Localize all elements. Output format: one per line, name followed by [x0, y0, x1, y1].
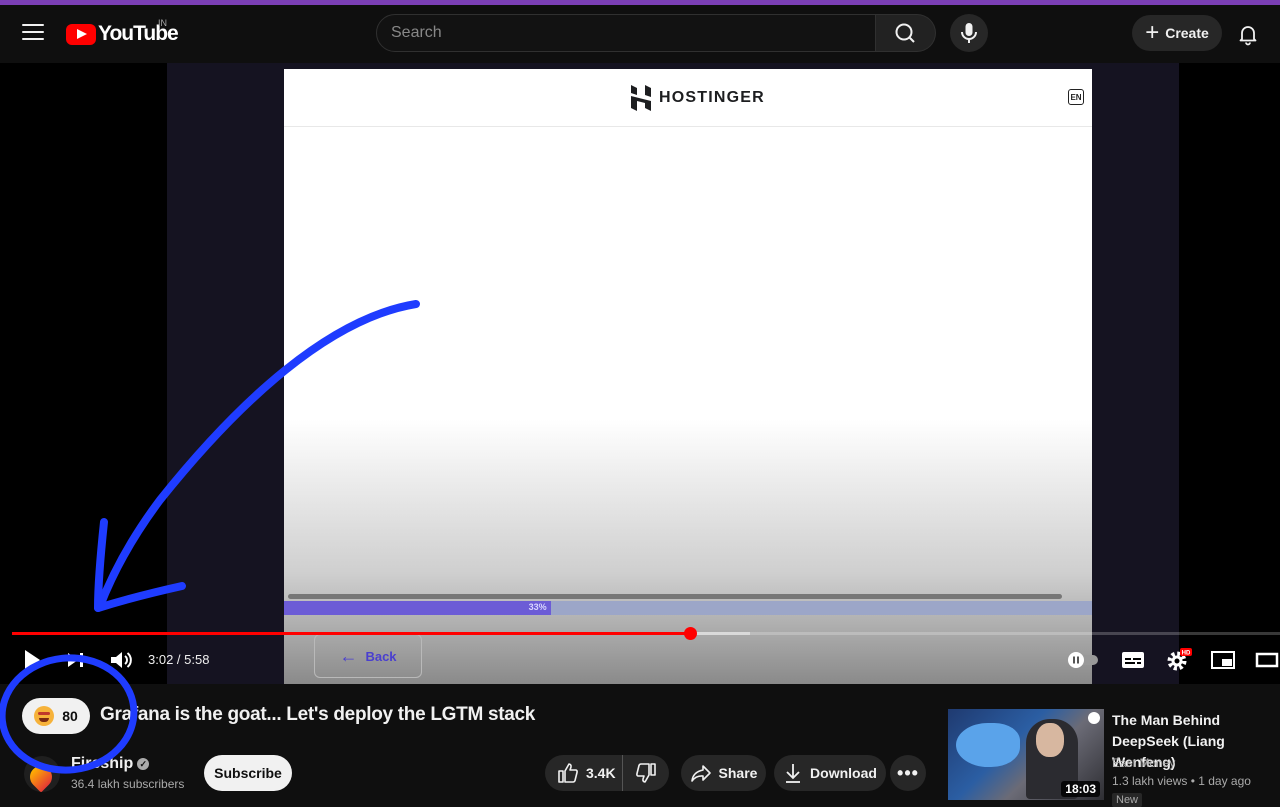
inner-scrollbar [288, 594, 1062, 599]
youtube-play-icon [66, 23, 96, 45]
notifications-button[interactable] [1236, 22, 1260, 46]
autoplay-toggle[interactable] [1064, 646, 1100, 674]
bell-icon [1239, 26, 1257, 46]
arrow-left-icon: ← [339, 645, 358, 666]
video-duration: 18:03 [1061, 781, 1100, 797]
like-dislike-group: 3.4K [545, 755, 669, 791]
gear-icon: HD [1167, 648, 1192, 671]
hostinger-h-icon [631, 85, 651, 111]
onboarding-progress-fill [284, 601, 551, 615]
channel-logo-icon [1088, 712, 1100, 724]
video-frame: HOSTINGER EN 33% ← Back [284, 69, 1092, 684]
deepseek-whale-image [956, 723, 1020, 767]
hostinger-back-button: ← Back [314, 634, 422, 678]
share-arrow-icon [690, 765, 711, 782]
more-horizontal-icon: ••• [897, 762, 919, 783]
play-icon [25, 650, 40, 670]
back-label: Back [365, 648, 397, 664]
hostinger-logo: HOSTINGER [630, 85, 765, 111]
play-button[interactable] [20, 646, 44, 674]
subscriber-count: 36.4 lakh subscribers [71, 777, 185, 791]
channel-name-row[interactable]: Fireship ✓ [71, 755, 150, 773]
autoplay-toggle-icon [1066, 652, 1098, 668]
next-button[interactable] [64, 646, 88, 674]
theater-icon [1255, 652, 1279, 668]
hd-badge: HD [1182, 651, 1191, 657]
theater-mode-button[interactable] [1254, 646, 1280, 674]
channel-avatar[interactable] [24, 756, 60, 792]
progress-played [12, 632, 691, 635]
search-button[interactable] [876, 14, 936, 52]
new-badge: New [1112, 793, 1143, 807]
video-title: Grafana is the goat... Let's deploy the … [100, 704, 536, 725]
hostinger-header: HOSTINGER EN [284, 69, 1092, 127]
thumbs-up-icon [558, 763, 578, 783]
onboarding-progress: 33% [284, 601, 1092, 615]
settings-button[interactable]: HD [1164, 646, 1192, 674]
recommendation-channel[interactable]: East Money [1112, 756, 1175, 770]
download-label: Download [810, 765, 877, 781]
volume-icon [111, 652, 132, 668]
subtitles-button[interactable] [1120, 646, 1146, 674]
miniplayer-button[interactable] [1210, 646, 1236, 674]
menu-icon[interactable] [22, 24, 44, 42]
verified-check-icon: ✓ [137, 758, 150, 770]
subtitles-icon [1122, 652, 1144, 668]
onboarding-progress-label: 33% [528, 602, 547, 612]
voice-search-button[interactable] [950, 14, 988, 52]
video-player[interactable]: HOSTINGER EN 33% ← Back 3:02 / 5:58 HD [0, 63, 1280, 684]
microphone-icon [961, 23, 977, 43]
star-struck-emoji-icon [34, 706, 55, 726]
thumbnail-face [1036, 723, 1064, 757]
thumbs-down-icon [636, 763, 656, 783]
download-icon [786, 764, 801, 783]
dislike-button[interactable] [623, 762, 669, 784]
masthead: YouTube IN + Create [0, 5, 1280, 63]
create-button[interactable]: + Create [1132, 15, 1222, 51]
more-actions-button[interactable]: ••• [890, 755, 926, 791]
subscribe-button[interactable]: Subscribe [204, 755, 292, 791]
reaction-button[interactable]: 80 [22, 698, 90, 734]
reaction-count: 80 [62, 708, 78, 724]
recommendation-thumbnail[interactable]: 18:03 [948, 709, 1104, 800]
download-button[interactable]: Download [774, 755, 886, 791]
like-count: 3.4K [586, 765, 616, 781]
channel-name[interactable]: Fireship [71, 755, 133, 772]
miniplayer-icon [1211, 651, 1235, 669]
like-button[interactable]: 3.4K [545, 755, 623, 791]
create-label: Create [1165, 25, 1209, 41]
plus-icon: + [1145, 19, 1160, 46]
progress-bar[interactable] [12, 627, 1280, 640]
mute-button[interactable] [108, 646, 134, 674]
share-label: Share [718, 765, 758, 781]
search-input[interactable] [377, 15, 861, 51]
hostinger-brand: HOSTINGER [659, 89, 765, 106]
search-icon [895, 23, 915, 43]
time-display: 3:02 / 5:58 [148, 652, 210, 667]
skip-next-icon [68, 653, 83, 667]
share-button[interactable]: Share [681, 755, 766, 791]
country-code: IN [158, 18, 167, 28]
language-badge: EN [1068, 89, 1084, 105]
recommendation-meta: 1.3 lakh views • 1 day ago [1112, 774, 1251, 788]
search-box [376, 14, 876, 52]
